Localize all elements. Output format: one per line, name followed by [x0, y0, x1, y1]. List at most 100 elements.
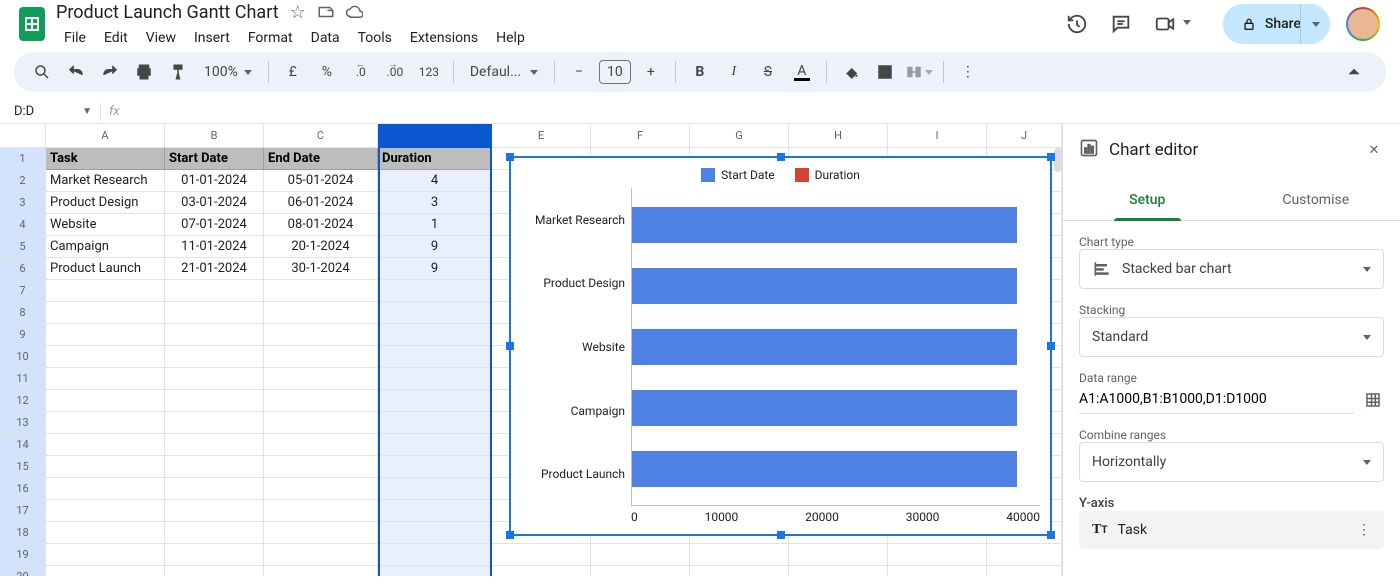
merge-button[interactable] [905, 58, 933, 86]
cell[interactable]: 9 [378, 236, 492, 258]
cell[interactable] [378, 522, 492, 544]
italic-button[interactable]: I [720, 58, 748, 86]
chart-type-select[interactable]: Stacked bar chart [1079, 249, 1384, 289]
col-header-J[interactable]: J [987, 124, 1062, 148]
name-box[interactable]: D:D▼ [0, 104, 100, 119]
meet-icon[interactable] [1151, 10, 1179, 38]
cell[interactable] [690, 566, 789, 576]
cell[interactable] [264, 368, 378, 390]
cloud-status-icon[interactable] [345, 3, 363, 21]
data-range-input[interactable] [1079, 385, 1354, 414]
strike-button[interactable]: S [754, 58, 782, 86]
cell[interactable] [492, 544, 591, 566]
search-menus-icon[interactable] [28, 58, 56, 86]
cell[interactable] [46, 412, 165, 434]
cell[interactable]: 1 [378, 214, 492, 236]
fill-color-button[interactable] [837, 58, 865, 86]
cell[interactable] [165, 390, 264, 412]
cell[interactable] [378, 280, 492, 302]
row-header[interactable]: 3 [0, 192, 46, 214]
row-header[interactable]: 14 [0, 434, 46, 456]
cell[interactable]: 01-01-2024 [165, 170, 264, 192]
cell[interactable] [264, 544, 378, 566]
cell[interactable]: 3 [378, 192, 492, 214]
menu-help[interactable]: Help [488, 28, 533, 48]
row-header[interactable]: 6 [0, 258, 46, 280]
close-icon[interactable]: ✕ [1364, 140, 1384, 160]
row-header[interactable]: 7 [0, 280, 46, 302]
cell[interactable] [378, 434, 492, 456]
menu-edit[interactable]: Edit [96, 28, 136, 48]
zoom-select[interactable]: 100% [198, 64, 258, 80]
cell[interactable] [987, 544, 1062, 566]
cell[interactable]: 21-01-2024 [165, 258, 264, 280]
cell[interactable]: 07-01-2024 [165, 214, 264, 236]
select-all-corner[interactable] [0, 124, 46, 148]
cell[interactable] [264, 324, 378, 346]
resize-handle[interactable] [1047, 531, 1055, 539]
doc-title[interactable]: Product Launch Gantt Chart [56, 2, 279, 23]
stacking-select[interactable]: Standard [1079, 317, 1384, 357]
row-header[interactable]: 18 [0, 522, 46, 544]
cell[interactable] [165, 456, 264, 478]
cell[interactable] [165, 566, 264, 576]
cell[interactable] [46, 456, 165, 478]
cell[interactable] [789, 566, 888, 576]
share-dropdown[interactable] [1300, 4, 1330, 44]
cell[interactable] [264, 478, 378, 500]
col-header-G[interactable]: G [690, 124, 789, 148]
resize-handle[interactable] [1047, 153, 1055, 161]
scrollbar-thumb[interactable] [1054, 148, 1062, 172]
yaxis-field[interactable]: TT Task ⋮ [1079, 511, 1384, 549]
cell[interactable] [165, 280, 264, 302]
increase-font-icon[interactable]: + [637, 58, 665, 86]
col-header-C[interactable]: C [264, 124, 378, 148]
more-toolbar-icon[interactable]: ⋮ [954, 58, 982, 86]
resize-handle[interactable] [777, 531, 785, 539]
cell[interactable] [165, 412, 264, 434]
cell[interactable]: 06-01-2024 [264, 192, 378, 214]
row-header[interactable]: 5 [0, 236, 46, 258]
cell[interactable] [264, 390, 378, 412]
account-avatar[interactable] [1346, 7, 1380, 41]
cell[interactable]: Market Research [46, 170, 165, 192]
comment-icon[interactable] [1107, 10, 1135, 38]
tab-customise[interactable]: Customise [1232, 182, 1400, 220]
cell[interactable] [264, 346, 378, 368]
resize-handle[interactable] [506, 531, 514, 539]
cell[interactable]: Product Launch [46, 258, 165, 280]
tab-setup[interactable]: Setup [1063, 182, 1232, 220]
cell[interactable]: Task [46, 148, 165, 170]
cell[interactable] [264, 456, 378, 478]
cell[interactable] [378, 390, 492, 412]
cell[interactable] [165, 324, 264, 346]
row-header[interactable]: 8 [0, 302, 46, 324]
text-color-button[interactable]: A [788, 58, 816, 86]
select-range-icon[interactable] [1362, 389, 1384, 411]
cell[interactable] [492, 566, 591, 576]
cell[interactable] [264, 522, 378, 544]
row-header[interactable]: 20 [0, 566, 46, 576]
row-header[interactable]: 11 [0, 368, 46, 390]
cell[interactable] [46, 324, 165, 346]
cell[interactable]: 9 [378, 258, 492, 280]
cell[interactable] [378, 544, 492, 566]
cell[interactable] [46, 434, 165, 456]
increase-decimal-button[interactable]: .00→ [381, 58, 409, 86]
cell[interactable]: 05-01-2024 [264, 170, 378, 192]
cell[interactable] [46, 280, 165, 302]
cell[interactable] [888, 566, 987, 576]
undo-icon[interactable] [62, 58, 90, 86]
cell[interactable] [46, 522, 165, 544]
cell[interactable] [165, 478, 264, 500]
redo-icon[interactable] [96, 58, 124, 86]
cell[interactable] [264, 434, 378, 456]
currency-button[interactable]: £ [279, 58, 307, 86]
cell[interactable] [378, 478, 492, 500]
cell[interactable]: 08-01-2024 [264, 214, 378, 236]
star-icon[interactable]: ☆ [289, 3, 307, 21]
cell[interactable] [46, 302, 165, 324]
col-header-E[interactable]: E [492, 124, 591, 148]
menu-format[interactable]: Format [240, 28, 301, 48]
cell[interactable] [46, 346, 165, 368]
